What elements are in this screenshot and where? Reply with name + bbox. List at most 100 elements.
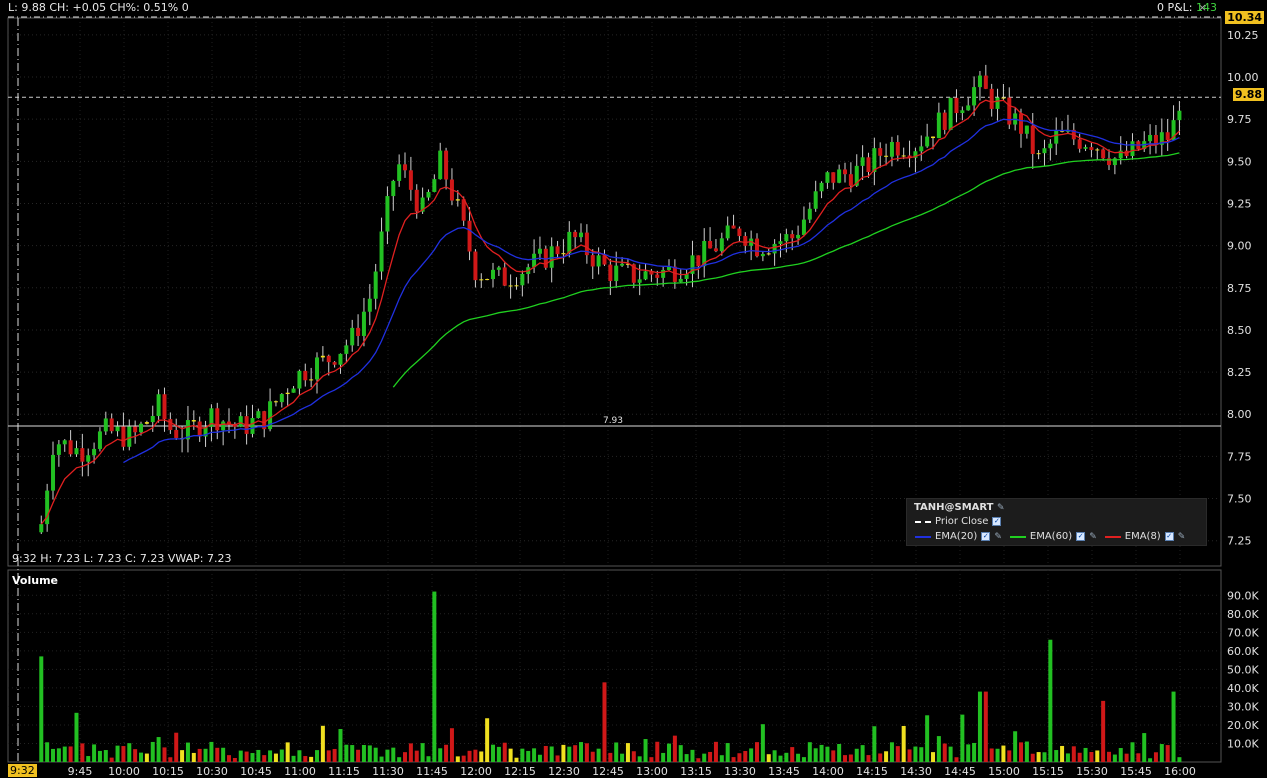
candle-body — [491, 269, 496, 280]
chart-canvas[interactable]: 10.25 10.00 9.75 9.50 9.25 9.00 8.75 8.50 8.25 8.… — [0, 0, 1267, 778]
candle-body — [983, 75, 988, 89]
volume-bar — [819, 744, 824, 762]
wrench-icon[interactable]: ✎ — [994, 532, 1002, 542]
volume-bar — [379, 756, 384, 762]
checkbox-icon[interactable]: ✓ — [981, 532, 991, 541]
candle-body — [303, 370, 308, 381]
volume-bar — [584, 743, 589, 762]
volume-bar — [139, 752, 144, 762]
candle-body — [74, 448, 79, 455]
chart-legend[interactable]: TANH@SMART ✎ Prior Close ✓ EMA(20) ✓ ✎ EM… — [906, 498, 1207, 546]
volume-bar — [479, 751, 484, 762]
candle-body — [1007, 97, 1012, 125]
candle-body — [573, 231, 578, 238]
volume-bar — [860, 745, 865, 762]
candle-body — [637, 279, 642, 283]
candle-body — [1019, 113, 1024, 134]
volume-bar — [408, 743, 413, 762]
candle-body — [784, 234, 789, 242]
time-tick-label: 11:15 — [328, 765, 360, 778]
volume-bar — [772, 750, 777, 762]
volume-bar — [1148, 758, 1153, 762]
prior-close-label: 7.93 — [603, 416, 623, 426]
price-tick-label: 8.50 — [1227, 324, 1252, 337]
volume-bar — [907, 749, 912, 762]
time-tick-label: 14:45 — [944, 765, 976, 778]
hover-bar-info: 9:32 H: 7.23 L: 7.23 C: 7.23 VWAP: 7.23 — [12, 552, 232, 565]
candle-body — [168, 419, 173, 430]
candle-body — [385, 196, 390, 232]
candle-body — [514, 285, 519, 287]
wrench-icon[interactable]: ✎ — [997, 503, 1005, 513]
volume-bar — [332, 748, 337, 762]
candle-body — [1101, 149, 1106, 159]
volume-bar — [684, 754, 689, 762]
checkbox-icon[interactable]: ✓ — [992, 517, 1002, 526]
volume-bar — [1165, 745, 1170, 762]
volume-bar — [215, 747, 220, 762]
candle-body — [215, 408, 220, 431]
volume-bar — [414, 750, 419, 762]
candle-body — [813, 191, 818, 209]
candle-body — [549, 246, 554, 268]
wrench-icon[interactable]: ✎ — [1178, 532, 1186, 542]
candle-body — [713, 248, 718, 252]
candle-body — [56, 444, 61, 455]
volume-bar — [1019, 742, 1024, 762]
volume-tick-label: 10.0K — [1227, 737, 1259, 750]
candle-body — [966, 105, 971, 111]
volume-bar — [1071, 746, 1076, 762]
line-swatch-icon — [1009, 535, 1026, 538]
volume-bar — [397, 757, 402, 762]
volume-bar — [1007, 750, 1012, 762]
candle-body — [156, 394, 161, 417]
volume-bar — [667, 743, 672, 762]
volume-bar — [590, 751, 595, 762]
volume-bar — [831, 750, 836, 762]
quote-summary: L: 9.88 CH: +0.05 CH%: 0.51% 0 — [8, 1, 189, 14]
volume-bar — [232, 758, 237, 762]
candle-body — [1148, 134, 1153, 142]
volume-bar — [948, 746, 953, 762]
legend-item-ema20[interactable]: EMA(20) ✓ ✎ EMA(60) ✓ ✎ EMA(8) ✓ ✎ — [915, 531, 1185, 542]
wrench-icon[interactable]: ✎ — [1089, 532, 1097, 542]
candle-body — [379, 231, 384, 272]
time-tick-label: 11:30 — [372, 765, 404, 778]
volume-bar — [273, 753, 278, 762]
candle-body — [801, 219, 806, 235]
legend-item-prior-close[interactable]: Prior Close ✓ — [915, 516, 1002, 527]
candle-body — [426, 191, 431, 198]
volume-bar — [356, 749, 361, 762]
volume-bar — [655, 741, 660, 762]
volume-bar — [92, 744, 97, 762]
candle-body — [1036, 153, 1041, 155]
volume-bar — [608, 752, 613, 762]
volume-bar — [1130, 742, 1135, 762]
checkbox-icon[interactable]: ✓ — [1164, 532, 1174, 541]
candle-body — [678, 278, 683, 282]
volume-bar — [760, 724, 765, 762]
legend-title: TANH@SMART ✎ — [914, 502, 1005, 513]
volume-bar — [942, 743, 947, 762]
candle-body — [995, 97, 1000, 109]
volume-bar — [1089, 751, 1094, 762]
volume-bar — [919, 747, 924, 762]
volume-bar — [960, 714, 965, 762]
pnl-label: 0 P&L: — [1156, 1, 1193, 14]
candle-body — [555, 246, 560, 255]
volume-bar — [1054, 750, 1059, 762]
volume-bar — [725, 743, 730, 762]
volume-bar — [326, 750, 331, 762]
checkbox-icon[interactable]: ✓ — [1076, 532, 1086, 541]
volume-bar — [1159, 744, 1164, 762]
volume-bar — [315, 750, 320, 762]
time-tick-label: 15:00 — [988, 765, 1020, 778]
candle-body — [960, 110, 965, 114]
volume-bar — [361, 745, 366, 762]
candle-body — [467, 220, 472, 252]
volume-bar — [790, 747, 795, 762]
candle-body — [1054, 130, 1059, 144]
time-tick-label: 15:15 — [1032, 765, 1064, 778]
volume-bar — [250, 753, 255, 762]
volume-bar — [1095, 750, 1100, 762]
